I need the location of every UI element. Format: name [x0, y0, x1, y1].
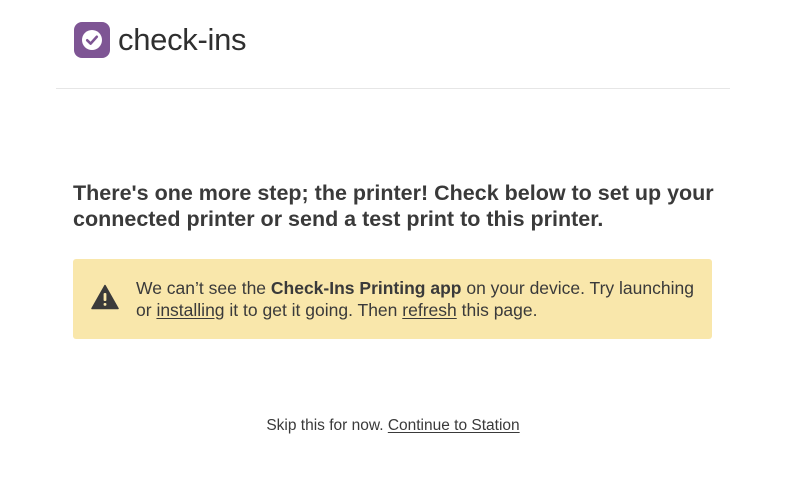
warning-icon [91, 284, 119, 310]
warning-text-3: it to get it going. Then [224, 300, 403, 320]
warning-text-4: this page. [456, 300, 538, 320]
installing-link[interactable]: installing [156, 300, 224, 320]
page-header: check-ins [0, 0, 800, 88]
app-name: Check-Ins Printing app [270, 278, 462, 298]
header-divider [56, 88, 730, 89]
warning-text-1: We can’t see the [136, 278, 271, 298]
page-heading: There's one more step; the printer! Chec… [73, 181, 714, 231]
logo-text: check-ins [118, 22, 247, 57]
footer-skip: Skip this for now. Continue to Station [0, 416, 786, 436]
skip-text: Skip this for now. [266, 417, 388, 434]
printing-app-warning: We can’t see the Check-Ins Printing app … [73, 259, 712, 339]
checkmark-icon [74, 22, 110, 58]
refresh-link[interactable]: refresh [402, 300, 456, 320]
warning-message: We can’t see the Check-Ins Printing app … [136, 277, 696, 321]
check-ins-logo[interactable]: check-ins [74, 22, 247, 58]
continue-to-station-link[interactable]: Continue to Station [388, 417, 520, 434]
